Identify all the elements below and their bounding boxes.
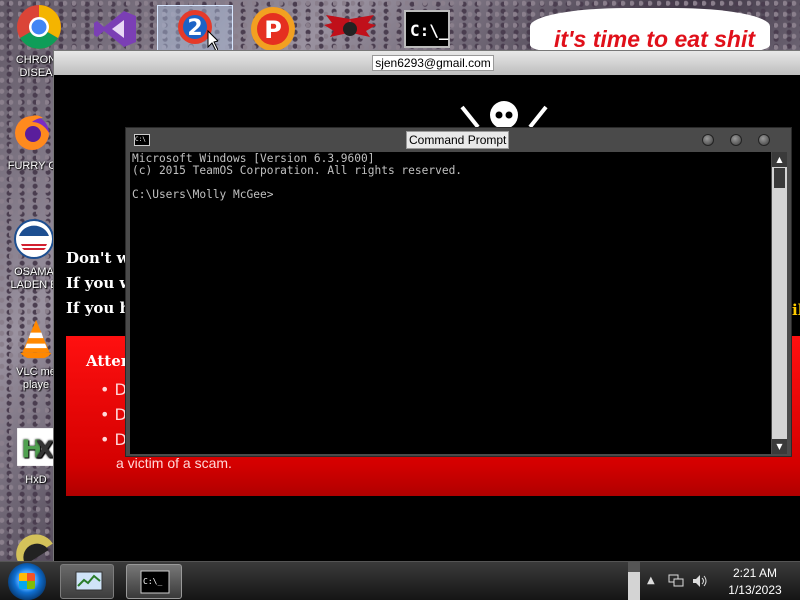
maximize-button[interactable] [730,134,742,146]
svg-text:C:\_: C:\_ [410,21,449,40]
attention-bullet-3: • D [100,430,127,449]
close-button[interactable] [758,134,770,146]
hxd-icon: H X [17,428,55,466]
clock-time: 2:21 AM [732,566,778,580]
obama-logo-icon [14,219,54,259]
svg-text:P: P [264,16,282,44]
taskbar-scroll-up-icon[interactable] [628,562,640,572]
banner-message: it's time to eat shit [530,8,770,54]
scam-window-title: sjen6293@gmail.com [372,55,494,71]
command-prompt-icon: C:\_ [140,570,170,594]
minimize-button[interactable] [702,134,714,146]
volume-icon[interactable] [692,574,708,588]
winged-logo-icon[interactable] [322,6,378,52]
cmd-vertical-scrollbar[interactable]: ▲ ▼ [772,152,787,454]
visual-studio-icon[interactable] [90,6,140,52]
pinball-p-icon[interactable]: P [248,6,298,52]
scam-text-line-2: If you w [66,274,133,292]
network-icon[interactable] [668,574,684,588]
command-prompt-desktop-icon[interactable]: C:\_ [402,6,452,52]
scam-text-line-3-right: il [792,301,800,319]
firefox-icon [15,115,49,150]
pinball-2-icon[interactable]: 2 [157,5,233,53]
firefox-icon-label: FURRY C [7,160,57,172]
cmd-line-copyright: (c) 2015 TeamOS Corporation. All rights … [132,164,463,177]
cmd-window-title: Command Prompt [406,131,510,149]
cmd-prompt-line[interactable]: C:\Users\Molly McGee> [132,189,769,201]
attention-bullet-1: • D [100,380,127,399]
system-clock[interactable]: 2:21 AM 1/13/2023 [720,565,790,599]
cmd-app-icon[interactable]: C:\ [134,134,150,146]
show-hidden-icons-button[interactable]: ▲ [647,575,655,586]
taskbar-command-prompt[interactable]: C:\_ [126,564,182,599]
taskbar-scroll[interactable] [628,562,640,600]
cmd-titlebar[interactable]: C:\ Command Prompt [126,128,791,152]
skull-crossbones-icon [460,101,548,129]
desktop-icon-firefox[interactable]: FURRY C [4,112,60,173]
svg-text:2: 2 [187,16,202,41]
vlc-cone-icon [20,319,52,359]
scrollbar-thumb[interactable] [774,168,785,188]
windows-logo-icon [19,573,35,589]
clock-date: 1/13/2023 [728,583,782,597]
cmd-console-output[interactable]: Microsoft Windows [Version 6.3.9600] (c)… [130,152,771,454]
task-manager-icon [75,571,103,591]
attention-tail-text: a victim of a scam. [116,455,232,471]
scam-window-titlebar[interactable]: sjen6293@gmail.com [54,51,800,75]
svg-text:C:\_: C:\_ [143,577,162,586]
command-prompt-window[interactable]: C:\ Command Prompt Microsoft Windows [Ve… [125,127,792,457]
chrome-top-icon[interactable] [14,4,64,50]
taskbar: C:\_ ▲ 2:21 AM 1/13/2023 [0,561,800,600]
start-button[interactable] [8,563,46,600]
attention-bullet-2: • D [100,405,127,424]
taskbar-pinned-app[interactable] [60,564,114,599]
scroll-down-arrow-icon[interactable]: ▼ [772,439,787,454]
svg-text:X: X [36,438,54,464]
scroll-up-arrow-icon[interactable]: ▲ [772,152,787,167]
